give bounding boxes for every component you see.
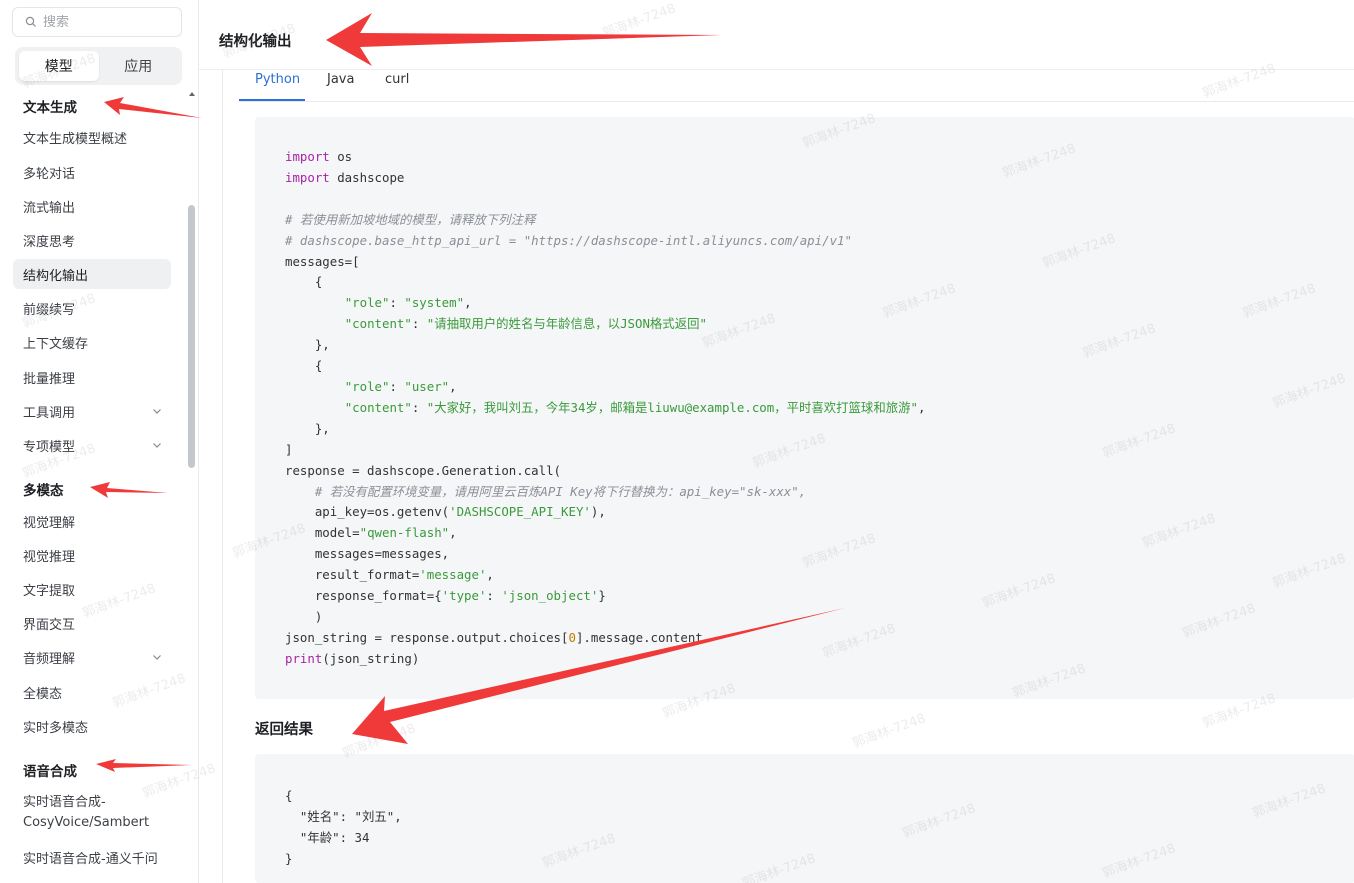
- search-input[interactable]: [43, 14, 173, 30]
- nav-item-text-extraction[interactable]: 文字提取: [13, 574, 171, 604]
- tab-java[interactable]: Java: [327, 72, 354, 87]
- main-content: 结构化输出 Python Java curl import os import …: [198, 0, 1354, 883]
- tab-curl[interactable]: curl: [385, 72, 409, 87]
- nav-item-label: 专项模型: [23, 439, 76, 455]
- active-tab-indicator: [239, 99, 305, 101]
- nav-item-realtime-multimodal[interactable]: 实时多模态: [13, 711, 171, 741]
- result-title: 返回结果: [255, 722, 313, 738]
- nav-item-deep-thinking[interactable]: 深度思考: [13, 225, 171, 255]
- nav-item-text-gen-overview[interactable]: 文本生成模型概述: [13, 122, 171, 152]
- chevron-down-icon: [153, 655, 161, 660]
- nav-item-context-cache[interactable]: 上下文缓存: [13, 327, 171, 357]
- language-tabs: Python Java curl: [239, 70, 1354, 102]
- result-code-block: { "姓名": "刘五", "年龄": 34 }: [255, 754, 1354, 883]
- search-box[interactable]: [12, 7, 182, 37]
- nav-item-realtime-tts-qwen[interactable]: 实时语音合成-通义千问: [13, 842, 171, 872]
- nav-item-label: 实时语音合成- CosyVoice/Sambert: [23, 795, 150, 830]
- model-app-switch: 模型 应用: [15, 47, 182, 85]
- result-text: { "姓名": "刘五", "年龄": 34 }: [285, 788, 402, 866]
- section-text-generation: 文本生成: [23, 100, 77, 116]
- section-speech-synthesis: 语音合成: [23, 764, 77, 780]
- nav-item-tool-calling[interactable]: 工具调用: [13, 396, 171, 426]
- tab-model[interactable]: 模型: [19, 51, 99, 81]
- nav-item-omni-modal[interactable]: 全模态: [13, 677, 171, 707]
- chevron-down-icon: [153, 443, 161, 448]
- nav-item-label: 工具调用: [23, 405, 76, 421]
- nav-item-vision-understanding[interactable]: 视觉理解: [13, 506, 171, 536]
- sidebar-scrollbar-thumb[interactable]: [188, 205, 195, 468]
- scroll-up-arrow[interactable]: [189, 92, 195, 96]
- nav-item-audio-understanding[interactable]: 音频理解: [13, 642, 171, 672]
- nav-item-realtime-tts-cosyvoice[interactable]: 实时语音合成- CosyVoice/Sambert: [13, 792, 171, 834]
- app-root: 模型 应用 文本生成 文本生成模型概述 多轮对话 流式输出 深度思考 结构化输出…: [0, 0, 1354, 883]
- nav-item-multi-turn[interactable]: 多轮对话: [13, 157, 171, 187]
- content-left-rail: [222, 70, 223, 883]
- search-icon: [25, 16, 36, 27]
- tab-python[interactable]: Python: [255, 72, 300, 87]
- nav-item-special-models[interactable]: 专项模型: [13, 430, 171, 460]
- tab-app[interactable]: 应用: [99, 51, 179, 81]
- nav-item-streaming[interactable]: 流式输出: [13, 191, 171, 221]
- nav-item-ui-interaction[interactable]: 界面交互: [13, 608, 171, 638]
- nav-item-structured-output[interactable]: 结构化输出: [13, 259, 171, 289]
- chevron-down-icon: [153, 409, 161, 414]
- content-header: 结构化输出: [199, 0, 1354, 70]
- section-multimodal: 多模态: [23, 483, 64, 499]
- page-title: 结构化输出: [219, 34, 292, 50]
- nav-item-vision-reasoning[interactable]: 视觉推理: [13, 540, 171, 570]
- code-text: import os import dashscope # 若使用新加坡地域的模型…: [285, 149, 926, 666]
- nav-item-batch-inference[interactable]: 批量推理: [13, 362, 171, 392]
- code-block: import os import dashscope # 若使用新加坡地域的模型…: [255, 117, 1354, 699]
- nav-item-prefix-completion[interactable]: 前缀续写: [13, 293, 171, 323]
- nav-item-label: 音频理解: [23, 651, 76, 667]
- sidebar: 模型 应用 文本生成 文本生成模型概述 多轮对话 流式输出 深度思考 结构化输出…: [0, 0, 198, 883]
